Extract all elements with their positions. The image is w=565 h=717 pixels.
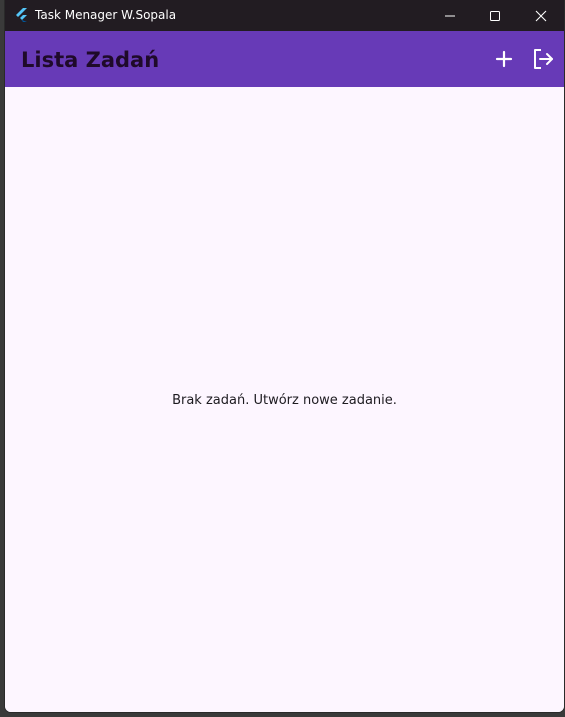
task-list-area: Brak zadań. Utwórz nowe zadanie. bbox=[5, 87, 564, 712]
page-title: Lista Zadań bbox=[21, 48, 160, 72]
flutter-logo-icon bbox=[14, 7, 30, 23]
empty-state-message: Brak zadań. Utwórz nowe zadanie. bbox=[172, 393, 397, 408]
app-window: Task Menager W.Sopala Lista Zadań Brak z… bbox=[5, 0, 564, 712]
maximize-icon bbox=[490, 10, 500, 21]
add-icon bbox=[495, 50, 513, 68]
close-button[interactable] bbox=[518, 0, 564, 31]
app-bar: Lista Zadań bbox=[5, 31, 564, 87]
window-title: Task Menager W.Sopala bbox=[35, 8, 177, 22]
minimize-icon bbox=[445, 15, 455, 16]
close-icon bbox=[535, 10, 547, 21]
logout-icon bbox=[534, 49, 553, 69]
title-bar[interactable]: Task Menager W.Sopala bbox=[5, 0, 564, 31]
add-task-button[interactable] bbox=[490, 45, 518, 73]
logout-button[interactable] bbox=[529, 45, 557, 73]
minimize-button[interactable] bbox=[427, 0, 473, 31]
maximize-button[interactable] bbox=[472, 0, 518, 31]
